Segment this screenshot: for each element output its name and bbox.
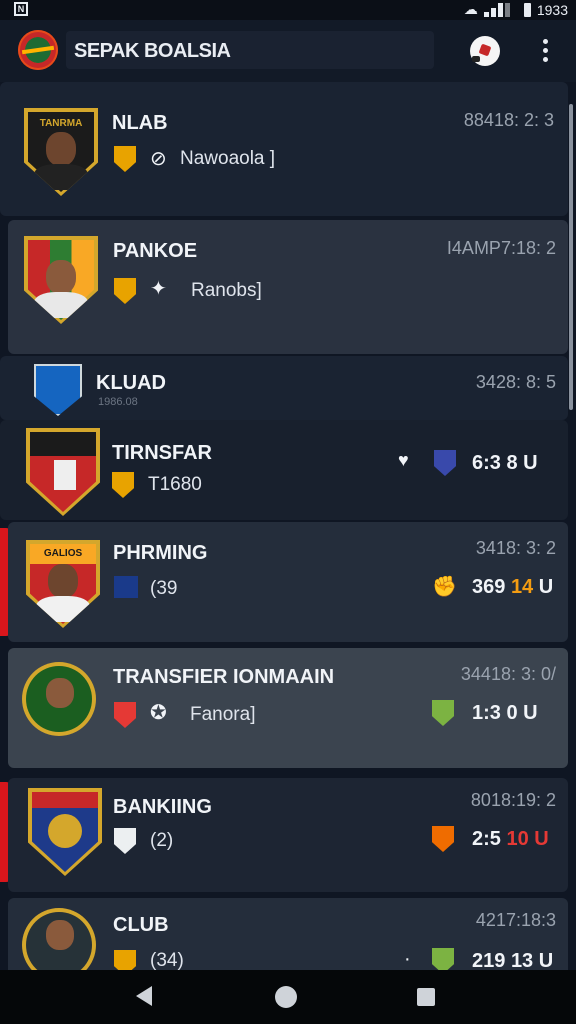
row-subtitle: (39 — [150, 578, 178, 599]
list-item[interactable]: TIRNSFAR T1680 ♥ 6:3 8 U — [0, 420, 568, 520]
row-subtitle: Fanora] — [190, 704, 256, 725]
app-title: SEPAK BOALSIA — [74, 40, 231, 62]
row-subtitle: Ranobs] — [191, 280, 262, 301]
score-main: 219 — [472, 950, 506, 970]
score-a: 13 — [510, 950, 534, 970]
row-score: 1:3 0 U — [472, 702, 538, 725]
row-title: TIRNSFAR — [112, 442, 212, 464]
score-a: 0 — [506, 702, 518, 724]
list-item[interactable]: TRANSFIER IONMAAIN ✪ Fanora] 34418: 3: 0… — [8, 648, 568, 768]
back-icon[interactable] — [136, 986, 152, 1006]
system-nav-bar — [0, 970, 576, 1024]
row-subtitle: T1680 — [148, 474, 202, 495]
battery-icon — [523, 2, 531, 17]
heart-icon[interactable]: ♥ — [398, 450, 409, 471]
list-item[interactable]: GALIOS PHRMING (39 3418: 3: 2 ✊ 369 14 U — [8, 522, 568, 642]
wifi-icon: ☁ — [463, 1, 478, 17]
link-icon: ⊘ — [150, 148, 167, 170]
club-badge-icon — [112, 472, 134, 498]
club-badge-icon — [114, 278, 136, 304]
notification-icon: N — [14, 2, 28, 16]
row-score: 2:5 10 U — [472, 828, 549, 851]
row-time: 3418: 3: 2 — [475, 538, 556, 558]
list-item[interactable]: TANRMA NLAB ⊘ Nawoaola ] 88418: 2: 3 — [0, 82, 568, 216]
row-title: CLUB — [113, 914, 169, 936]
player-icon: ✦ — [150, 278, 167, 300]
row-title: BANKIING — [113, 796, 212, 818]
flag-icon — [114, 576, 138, 598]
club-crest-icon — [34, 364, 82, 416]
crest-label: GALIOS — [43, 548, 83, 559]
score-b: U — [538, 950, 554, 970]
club-crest-icon: TANRMA — [24, 108, 98, 196]
score-a: 14 — [510, 576, 534, 598]
app-bar: SEPAK BOALSIA — [0, 20, 576, 82]
row-subtitle: (34) — [150, 950, 184, 970]
score-b: U — [523, 702, 538, 724]
club-badge-icon — [114, 702, 136, 728]
club-crest-icon — [26, 428, 100, 516]
score-a: 8 — [506, 452, 518, 474]
score-main: 2:5 — [472, 828, 501, 850]
row-time: 88418: 2: 3 — [463, 110, 554, 130]
scrollbar[interactable] — [569, 104, 573, 410]
match-list[interactable]: TANRMA NLAB ⊘ Nawoaola ] 88418: 2: 3 PAN… — [0, 82, 576, 970]
club-crest-icon — [28, 788, 102, 876]
app-logo-icon[interactable] — [18, 30, 58, 70]
score-b: U — [534, 828, 549, 850]
player-avatar — [22, 662, 96, 736]
ball-icon: ✪ — [150, 702, 167, 724]
more-vert-icon[interactable] — [540, 39, 550, 65]
row-subtitle: (2) — [150, 830, 174, 851]
score-main: 369 — [472, 576, 506, 598]
player-avatar — [22, 908, 96, 970]
row-score: 219 13 U — [472, 950, 553, 970]
row-title: NLAB — [112, 112, 168, 134]
home-icon[interactable] — [275, 986, 297, 1008]
row-title: PANKOE — [113, 240, 198, 262]
row-time: 3428: 8: 5 — [475, 372, 556, 392]
recent-apps-icon[interactable] — [417, 988, 435, 1006]
row-score: 369 14 U — [472, 576, 553, 599]
app-title-box[interactable]: SEPAK BOALSIA — [66, 31, 434, 69]
row-subtitle: 1986.08 — [98, 396, 138, 408]
crest-label: TANRMA — [39, 118, 83, 129]
row-time: 8018:19: 2 — [470, 790, 556, 810]
club-badge-icon — [114, 146, 136, 172]
row-title: TRANSFIER IONMAAIN — [113, 666, 335, 688]
score-main: 1:3 — [472, 702, 501, 724]
opponent-badge-icon — [432, 826, 454, 852]
list-item[interactable]: PANKOE ✦ Ranobs] I4AMP7:18: 2 — [8, 220, 568, 354]
row-time: 34418: 3: 0/ — [460, 664, 556, 684]
row-subtitle: Nawoaola ] — [180, 148, 276, 169]
club-badge-icon — [114, 950, 136, 970]
dot-icon: · — [404, 948, 411, 970]
club-crest-icon — [24, 236, 98, 324]
opponent-badge-icon — [434, 450, 456, 476]
row-title: KLUAD — [96, 372, 166, 394]
status-bar: N ☁ 1933 — [0, 0, 576, 20]
list-item[interactable]: KLUAD 1986.08 3428: 8: 5 — [0, 356, 568, 420]
soccer-ball-icon[interactable] — [470, 36, 500, 66]
score-b: U — [523, 452, 538, 474]
club-badge-icon — [114, 828, 136, 854]
score-main: 6:3 — [472, 452, 501, 474]
row-score: 6:3 8 U — [472, 452, 538, 475]
opponent-badge-icon — [432, 700, 454, 726]
club-crest-icon: GALIOS — [26, 540, 100, 628]
score-b: U — [538, 576, 554, 598]
score-a: 10 — [506, 828, 529, 850]
status-time: 1933 — [536, 1, 568, 18]
signal-icon — [483, 2, 518, 17]
list-item[interactable]: BANKIING (2) 8018:19: 2 2:5 10 U — [8, 778, 568, 892]
row-time: I4AMP7:18: 2 — [446, 238, 556, 258]
row-time: 4217:18:3 — [475, 910, 556, 930]
list-item[interactable]: CLUB (34) 4217:18:3 · 219 13 U — [8, 898, 568, 970]
row-title: PHRMING — [113, 542, 208, 564]
opponent-badge-icon — [432, 948, 454, 970]
thumb-icon[interactable]: ✊ — [432, 574, 457, 599]
